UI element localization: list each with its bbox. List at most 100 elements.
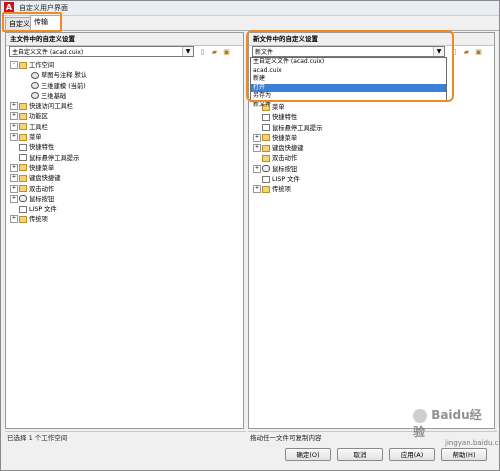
expand-icon[interactable]: + (253, 185, 261, 194)
tree-item[interactable]: 鼠标悬停工具提示 (10, 154, 239, 164)
tree-item[interactable]: 双击动作 (253, 154, 490, 164)
folder-icon (262, 185, 270, 193)
tree-item-label: 快捷菜单 (272, 134, 298, 142)
folder-icon (19, 215, 27, 223)
tree-item[interactable]: + 键盘快捷键 (10, 174, 239, 184)
tree-item-label: LISP 文件 (272, 176, 300, 184)
tree-item-label: 鼠标按钮 (29, 195, 55, 203)
folder-icon (262, 154, 270, 162)
expand-icon[interactable]: + (10, 112, 18, 121)
main-file-select[interactable]: 主自定义文件 (acad.cuix) ▼ (9, 46, 194, 57)
tree-item[interactable]: 三维基础 (10, 92, 239, 102)
folder-icon (19, 112, 27, 120)
tree-item[interactable]: + 快速访问工具栏 (10, 102, 239, 112)
folder-icon (19, 123, 27, 131)
tree-item[interactable]: + 双击动作 (10, 184, 239, 195)
tree-item[interactable]: - 工作空间 (10, 61, 239, 71)
expand-icon[interactable]: + (253, 133, 261, 142)
tree-item[interactable]: + 功能区 (10, 112, 239, 122)
doc-icon (262, 124, 270, 132)
folder-icon (19, 185, 27, 193)
watermark-subtext: jingyan.baidu.com (445, 439, 500, 447)
folder-icon (19, 102, 27, 110)
expand-icon[interactable]: + (10, 102, 18, 111)
tab-strip: 自定义 传输 (3, 15, 499, 31)
title-bar: A 自定义用户界面 (1, 1, 499, 16)
save-icon[interactable]: ▣ (473, 46, 484, 58)
help-button[interactable]: 帮助(H) (441, 448, 487, 461)
tree-item[interactable]: 草图与注释 默认 (10, 71, 239, 81)
mouse-icon (262, 165, 270, 173)
dropdown-option[interactable]: 新文件 (251, 101, 446, 110)
expand-icon[interactable]: + (10, 122, 18, 131)
doc-icon (262, 175, 270, 183)
folder-icon (19, 133, 27, 141)
tree-item[interactable]: 鼠标悬停工具提示 (253, 124, 490, 134)
tree-item[interactable]: + 传统项 (253, 185, 490, 195)
tree-item-label: 传统项 (29, 216, 48, 224)
new-file-icon[interactable]: ▯ (197, 46, 208, 58)
tree-item[interactable]: + 传统项 (10, 215, 239, 225)
tree-item-label: 三维基础 (41, 92, 67, 100)
tree-item-label: 工具栏 (29, 123, 48, 131)
tree-item[interactable]: 三维建模 (当前) (10, 82, 239, 92)
open-folder-icon[interactable]: ▰ (209, 46, 220, 58)
tree-item[interactable]: LISP 文件 (10, 205, 239, 215)
apply-button[interactable]: 应用(A) (389, 448, 435, 461)
expand-icon[interactable]: + (253, 144, 261, 153)
doc-icon (262, 113, 270, 121)
tree-item-label: 快捷特性 (272, 114, 298, 122)
tree-item-label: 键盘快捷键 (29, 175, 61, 183)
tree-item[interactable]: LISP 文件 (253, 175, 490, 185)
folder-icon (262, 134, 270, 142)
gear-icon (31, 71, 39, 79)
tree-item[interactable]: + 快捷菜单 (253, 133, 490, 144)
expand-icon[interactable]: + (253, 164, 261, 173)
folder-icon (19, 174, 27, 182)
expand-icon[interactable]: + (10, 184, 18, 193)
paw-icon (413, 408, 427, 423)
chevron-down-icon[interactable]: ▼ (182, 47, 193, 56)
dropdown-highlight-box (246, 30, 454, 102)
save-icon[interactable]: ▣ (221, 46, 232, 58)
tree-item-label: 草图与注释 默认 (41, 72, 88, 80)
open-folder-icon[interactable]: ▰ (461, 46, 472, 58)
tree-item[interactable]: + 鼠标按钮 (253, 164, 490, 175)
customize-ui-dialog: A 自定义用户界面 自定义 传输 主文件中的自定义设置 主自定义文件 (acad… (0, 0, 500, 471)
tree-item[interactable]: + 键盘快捷键 (253, 144, 490, 154)
gear-icon (31, 92, 39, 100)
collapse-icon[interactable]: - (10, 61, 18, 69)
expand-icon[interactable]: + (10, 133, 18, 142)
cancel-button[interactable]: 取消 (337, 448, 383, 461)
tree-item-label: LISP 文件 (29, 206, 57, 214)
folder-icon (19, 61, 27, 69)
folder-icon (19, 164, 27, 172)
tree-item-label: 鼠标悬停工具提示 (29, 154, 80, 162)
tree-item[interactable]: 快捷特性 (10, 143, 239, 153)
main-file-select-value: 主自定义文件 (acad.cuix) (12, 49, 84, 56)
tree-item[interactable]: + 工具栏 (10, 122, 239, 133)
tree-item-label: 功能区 (29, 113, 48, 121)
folder-icon (262, 144, 270, 152)
tree-item[interactable]: 快捷特性 (253, 113, 490, 123)
expand-icon[interactable]: + (10, 215, 18, 224)
tree-item-label: 双击动作 (29, 185, 55, 193)
ok-button[interactable]: 确定(O) (285, 448, 331, 461)
tree-item[interactable]: + 菜单 (10, 133, 239, 143)
main-file-tree: - 工作空间 草图与注释 默认 三维建模 (当前) 三维基础 + 快速访问工具栏 + 功能区 + 工… (10, 61, 239, 226)
doc-icon (19, 154, 27, 162)
main-file-panel: 主文件中的自定义设置 主自定义文件 (acad.cuix) ▼ ▯ ▰ ▣ - 工… (5, 32, 244, 429)
tree-item-label: 鼠标按钮 (272, 165, 298, 173)
expand-icon[interactable]: + (10, 163, 18, 172)
tree-item[interactable]: + 鼠标按钮 (10, 194, 239, 205)
gear-icon (31, 82, 39, 90)
tree-item-label: 双击动作 (272, 155, 298, 163)
doc-icon (19, 205, 27, 213)
tree-item-label: 传统项 (272, 186, 291, 194)
mouse-icon (19, 195, 27, 203)
expand-icon[interactable]: + (10, 194, 18, 203)
tree-item[interactable]: + 快捷菜单 (10, 163, 239, 174)
expand-icon[interactable]: + (10, 174, 18, 183)
tree-item-label: 键盘快捷键 (272, 145, 304, 153)
doc-icon (19, 143, 27, 151)
